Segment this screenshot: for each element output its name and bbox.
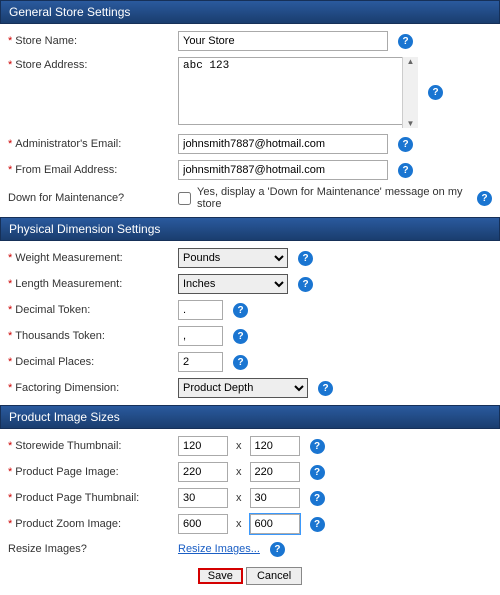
x-separator: x — [236, 492, 242, 504]
help-icon[interactable]: ? — [298, 251, 313, 266]
ppt-w-input[interactable] — [178, 488, 228, 508]
help-icon[interactable]: ? — [310, 491, 325, 506]
row-resize: Resize Images? Resize Images... ? — [0, 537, 500, 561]
help-icon[interactable]: ? — [428, 85, 443, 100]
required-mark: * — [8, 330, 12, 342]
admin-email-label: Administrator's Email: — [15, 138, 121, 150]
decimal-places-label: Decimal Places: — [15, 356, 94, 368]
section-header-physical: Physical Dimension Settings — [0, 217, 500, 241]
x-separator: x — [236, 518, 242, 530]
required-mark: * — [8, 356, 12, 368]
from-email-input[interactable] — [178, 160, 388, 180]
help-icon[interactable]: ? — [310, 465, 325, 480]
down-maintenance-text: Yes, display a 'Down for Maintenance' me… — [197, 186, 467, 210]
down-maintenance-checkbox[interactable] — [178, 192, 191, 205]
decimal-places-input[interactable] — [178, 352, 223, 372]
help-icon[interactable]: ? — [298, 277, 313, 292]
help-icon[interactable]: ? — [398, 34, 413, 49]
section-header-general: General Store Settings — [0, 0, 500, 24]
required-mark: * — [8, 492, 12, 504]
store-name-input[interactable] — [178, 31, 388, 51]
help-icon[interactable]: ? — [398, 163, 413, 178]
down-maintenance-label: Down for Maintenance? — [8, 192, 124, 204]
row-decimal-token: *Decimal Token: ? — [0, 297, 500, 323]
row-store-address: *Store Address: abc 123 ▲▼ ? — [0, 54, 500, 131]
ppi-h-input[interactable] — [250, 462, 300, 482]
help-icon[interactable]: ? — [477, 191, 492, 206]
section-header-images: Product Image Sizes — [0, 405, 500, 429]
ppt-h-input[interactable] — [250, 488, 300, 508]
pzi-label: Product Zoom Image: — [15, 518, 121, 530]
pzi-h-input[interactable] — [250, 514, 300, 534]
weight-select[interactable]: Pounds — [178, 248, 288, 268]
factoring-label: Factoring Dimension: — [15, 382, 119, 394]
row-from-email: *From Email Address: ? — [0, 157, 500, 183]
required-mark: * — [8, 518, 12, 530]
row-ppi: *Product Page Image: x ? — [0, 459, 500, 485]
help-icon[interactable]: ? — [310, 439, 325, 454]
section-body-physical: *Weight Measurement: Pounds ? *Length Me… — [0, 241, 500, 405]
storewide-h-input[interactable] — [250, 436, 300, 456]
ppi-label: Product Page Image: — [15, 466, 118, 478]
resize-images-link[interactable]: Resize Images... — [178, 543, 260, 555]
row-pzi: *Product Zoom Image: x ? — [0, 511, 500, 537]
storewide-thumb-label: Storewide Thumbnail: — [15, 440, 121, 452]
help-icon[interactable]: ? — [310, 517, 325, 532]
section-body-images: *Storewide Thumbnail: x ? *Product Page … — [0, 429, 500, 595]
help-icon[interactable]: ? — [233, 355, 248, 370]
thousands-token-label: Thousands Token: — [15, 330, 105, 342]
factoring-select[interactable]: Product Depth — [178, 378, 308, 398]
row-weight: *Weight Measurement: Pounds ? — [0, 245, 500, 271]
required-mark: * — [8, 252, 12, 264]
from-email-label: From Email Address: — [15, 164, 117, 176]
store-name-label: Store Name: — [15, 35, 77, 47]
required-mark: * — [8, 35, 12, 47]
row-store-name: *Store Name: ? — [0, 28, 500, 54]
required-mark: * — [8, 59, 12, 71]
store-address-label: Store Address: — [15, 59, 87, 71]
section-body-general: *Store Name: ? *Store Address: abc 123 ▲… — [0, 24, 500, 217]
required-mark: * — [8, 382, 12, 394]
required-mark: * — [8, 278, 12, 290]
help-icon[interactable]: ? — [270, 542, 285, 557]
required-mark: * — [8, 440, 12, 452]
admin-email-input[interactable] — [178, 134, 388, 154]
x-separator: x — [236, 440, 242, 452]
help-icon[interactable]: ? — [398, 137, 413, 152]
length-select[interactable]: Inches — [178, 274, 288, 294]
store-address-input[interactable]: abc 123 — [178, 57, 418, 125]
button-row: Save Cancel — [0, 561, 500, 591]
decimal-token-label: Decimal Token: — [15, 304, 90, 316]
save-button[interactable]: Save — [198, 568, 243, 584]
required-mark: * — [8, 164, 12, 176]
row-admin-email: *Administrator's Email: ? — [0, 131, 500, 157]
decimal-token-input[interactable] — [178, 300, 223, 320]
x-separator: x — [236, 466, 242, 478]
row-down-maintenance: Down for Maintenance? Yes, display a 'Do… — [0, 183, 500, 213]
help-icon[interactable]: ? — [318, 381, 333, 396]
cancel-button[interactable]: Cancel — [246, 567, 302, 585]
storewide-w-input[interactable] — [178, 436, 228, 456]
required-mark: * — [8, 138, 12, 150]
thousands-token-input[interactable] — [178, 326, 223, 346]
required-mark: * — [8, 304, 12, 316]
row-factoring: *Factoring Dimension: Product Depth ? — [0, 375, 500, 401]
ppt-label: Product Page Thumbnail: — [15, 492, 139, 504]
length-label: Length Measurement: — [15, 278, 122, 290]
row-ppt: *Product Page Thumbnail: x ? — [0, 485, 500, 511]
pzi-w-input[interactable] — [178, 514, 228, 534]
row-thousands-token: *Thousands Token: ? — [0, 323, 500, 349]
row-decimal-places: *Decimal Places: ? — [0, 349, 500, 375]
help-icon[interactable]: ? — [233, 303, 248, 318]
row-storewide-thumb: *Storewide Thumbnail: x ? — [0, 433, 500, 459]
required-mark: * — [8, 466, 12, 478]
row-length: *Length Measurement: Inches ? — [0, 271, 500, 297]
resize-label: Resize Images? — [8, 543, 87, 555]
weight-label: Weight Measurement: — [15, 252, 122, 264]
help-icon[interactable]: ? — [233, 329, 248, 344]
ppi-w-input[interactable] — [178, 462, 228, 482]
